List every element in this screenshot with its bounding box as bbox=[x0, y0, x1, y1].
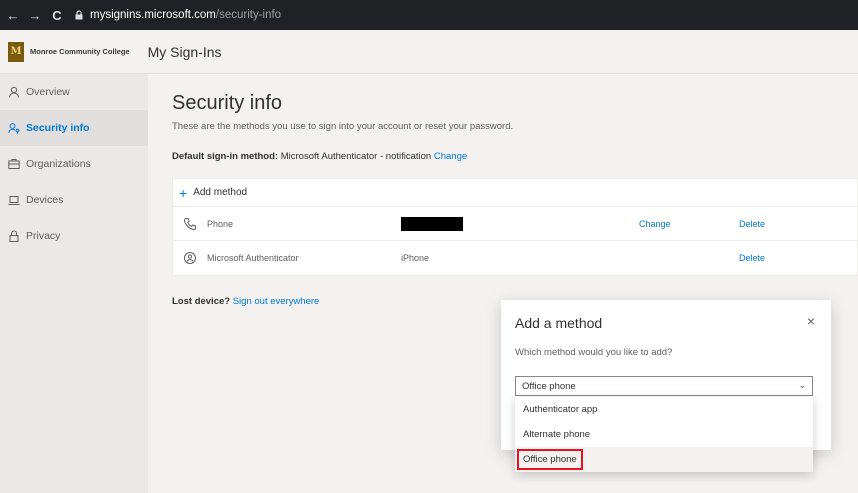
option-alternate-phone[interactable]: Alternate phone bbox=[515, 422, 813, 447]
sidebar-item-organizations[interactable]: Organizations bbox=[0, 146, 148, 182]
sidebar-item-label: Devices bbox=[26, 194, 64, 206]
chevron-down-icon: ⌄ bbox=[798, 380, 806, 390]
add-method-button[interactable]: + Add method bbox=[173, 179, 857, 207]
default-method-line: Default sign-in method: Microsoft Authen… bbox=[172, 151, 467, 162]
forward-button[interactable]: → bbox=[26, 8, 44, 23]
briefcase-icon bbox=[8, 158, 20, 170]
sidebar-item-security-info[interactable]: Security info bbox=[0, 110, 148, 146]
sidebar-item-label: Privacy bbox=[26, 230, 61, 242]
lost-device-line: Lost device? Sign out everywhere bbox=[172, 296, 319, 307]
org-logo-text: Monroe Community College bbox=[30, 47, 130, 56]
dialog-question: Which method would you like to add? bbox=[515, 347, 673, 358]
page-description: These are the methods you use to sign in… bbox=[172, 121, 514, 132]
method-row-phone: Phone Change Delete bbox=[173, 207, 857, 241]
app-header: M Monroe Community College My Sign-Ins bbox=[0, 30, 858, 74]
method-detail: iPhone bbox=[401, 253, 430, 263]
sidebar-item-devices[interactable]: Devices bbox=[0, 182, 148, 218]
sidebar-item-overview[interactable]: Overview bbox=[0, 74, 148, 110]
methods-list: + Add method Phone Change Delete Microso… bbox=[172, 178, 858, 276]
close-icon[interactable]: × bbox=[807, 313, 815, 329]
college-logo-icon: M bbox=[8, 41, 24, 62]
office-phone-highlight: Office phone bbox=[517, 449, 583, 470]
security-info-icon bbox=[8, 122, 20, 134]
authenticator-delete-link[interactable]: Delete bbox=[739, 253, 765, 263]
default-method-label: Default sign-in method: bbox=[172, 151, 279, 162]
lock-icon bbox=[8, 230, 20, 242]
person-icon bbox=[8, 86, 20, 98]
dialog-title: Add a method bbox=[515, 315, 603, 331]
method-select[interactable]: Office phone ⌄ bbox=[515, 376, 813, 396]
sidebar-item-label: Overview bbox=[26, 86, 70, 98]
url-path: /security-info bbox=[215, 9, 282, 21]
method-select-value: Office phone bbox=[522, 380, 576, 392]
authenticator-icon bbox=[183, 251, 197, 265]
add-method-label: Add method bbox=[193, 187, 248, 198]
method-row-authenticator: Microsoft Authenticator iPhone Delete bbox=[173, 241, 857, 275]
address-bar[interactable]: mysignins.microsoft.com/security-info bbox=[74, 4, 281, 26]
method-name: Microsoft Authenticator bbox=[207, 253, 299, 263]
lost-device-label: Lost device? bbox=[172, 296, 231, 307]
sidebar-item-label: Security info bbox=[26, 122, 90, 134]
security-info-panel: Security info These are the methods you … bbox=[152, 74, 858, 319]
url-host: mysignins.microsoft.com bbox=[90, 9, 216, 21]
lock-icon bbox=[74, 10, 84, 20]
method-dropdown-list: Authenticator app Alternate phone Office… bbox=[515, 397, 813, 472]
default-method-change-link[interactable]: Change bbox=[434, 151, 467, 162]
laptop-icon bbox=[8, 194, 20, 206]
default-method-value: Microsoft Authenticator - notification bbox=[280, 151, 432, 162]
method-name: Phone bbox=[207, 218, 234, 229]
app-title[interactable]: My Sign-Ins bbox=[148, 44, 222, 60]
option-office-phone[interactable]: Office phone bbox=[515, 447, 813, 472]
sidebar-item-privacy[interactable]: Privacy bbox=[0, 218, 148, 254]
org-logo[interactable]: M Monroe Community College bbox=[8, 38, 140, 66]
option-authenticator-app[interactable]: Authenticator app bbox=[515, 397, 813, 422]
redacted-phone-number bbox=[401, 217, 463, 231]
sidebar: Overview Security info Organizations Dev… bbox=[0, 74, 148, 493]
sidebar-item-label: Organizations bbox=[26, 158, 91, 170]
phone-icon bbox=[183, 217, 197, 231]
page-title: Security info bbox=[172, 92, 283, 114]
reload-button[interactable]: C bbox=[48, 8, 66, 23]
plus-icon: + bbox=[179, 184, 188, 201]
phone-delete-link[interactable]: Delete bbox=[739, 219, 765, 229]
browser-toolbar: ← → C mysignins.microsoft.com/security-i… bbox=[0, 0, 858, 30]
phone-change-link[interactable]: Change bbox=[639, 219, 671, 229]
sign-out-everywhere-link[interactable]: Sign out everywhere bbox=[233, 296, 320, 307]
back-button[interactable]: ← bbox=[4, 8, 22, 23]
